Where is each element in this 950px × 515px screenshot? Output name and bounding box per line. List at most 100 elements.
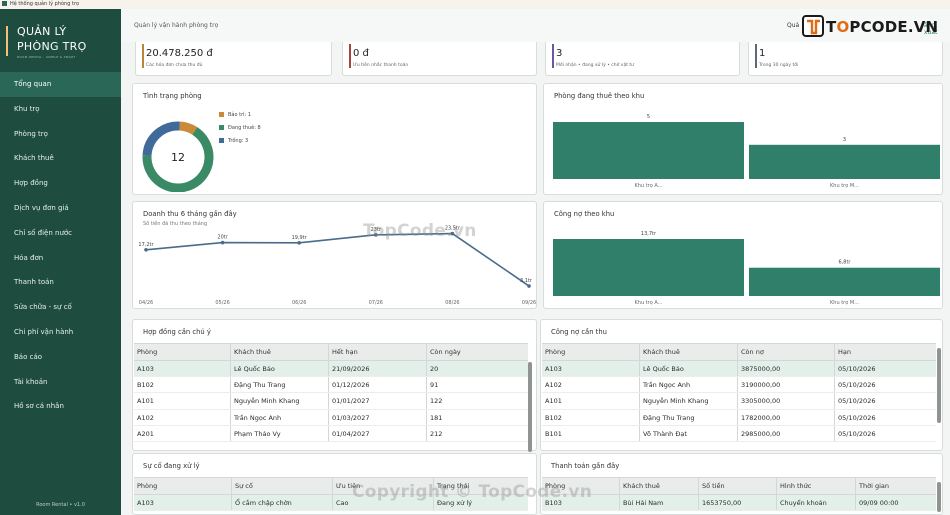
sidebar-item[interactable]: Sửa chữa - sự cố (0, 295, 121, 320)
topcode-mark-icon (802, 15, 824, 37)
revenue-month-label: 07/26 (369, 300, 383, 306)
column-header[interactable]: Phòng (134, 478, 232, 494)
logo-accent-bar (6, 26, 8, 56)
contracts-scrollbar[interactable] (528, 362, 532, 452)
card-title: Công nợ cần thu (551, 328, 607, 336)
sidebar-item[interactable]: Chỉ số điện nước (0, 221, 121, 246)
sidebar: QUẢN LÝ PHÒNG TRỌ ROOM RENTAL · SIMPLE &… (0, 9, 121, 515)
sidebar-item[interactable]: Dịch vụ đơn giá (0, 196, 121, 221)
bar-value-label: 5 (647, 114, 650, 120)
table-cell: 1782000,00 (738, 409, 835, 425)
column-header[interactable]: Trạng thái (434, 478, 524, 494)
table-cell: Nguyễn Minh Khang (640, 393, 738, 409)
revenue-month-label: 06/26 (292, 300, 306, 306)
table-cell: A102 (542, 377, 640, 393)
table-cell: Ổ cắm chập chờn (232, 495, 333, 511)
column-header[interactable]: Phòng (542, 478, 620, 494)
table-cell: A101 (134, 393, 231, 409)
occupied-by-area-card: Phòng đang thuê theo khu 5 Khu trọ A... 3 K… (543, 83, 943, 195)
card-title: Hợp đồng cần chú ý (143, 328, 211, 336)
column-header[interactable]: Hình thức (777, 478, 856, 494)
debts-scrollbar[interactable] (937, 348, 941, 423)
column-header[interactable]: Số tiền (699, 478, 777, 494)
bar-value-label: 3 (843, 137, 846, 143)
table-cell: 91 (430, 381, 439, 390)
table-row[interactable]: A102 Trần Ngọc Anh 3190000,00 05/10/2026 (542, 377, 936, 394)
table-row[interactable]: A103 Ổ cắm chập chờn Cao Đang xử lý (134, 495, 528, 512)
revenue-point (297, 241, 301, 245)
contracts-table: Phòng Khách thuê Hết hạn Còn ngày A103 Lê Quố… (134, 343, 528, 442)
sidebar-item[interactable]: Tổng quan (0, 72, 121, 97)
sidebar-item[interactable]: Khu trọ (0, 97, 121, 122)
revenue-point (374, 233, 378, 237)
column-header[interactable]: Thời gian (856, 478, 932, 494)
stat-value: 20.478.250 đ (146, 48, 213, 59)
topcode-watermark-logo: TOPCODE.VN (802, 13, 950, 41)
revenue-value-label: 17,2tr (138, 242, 154, 248)
sidebar-item[interactable]: Chi phí vận hành (0, 320, 121, 345)
logo-tagline: ROOM RENTAL · SIMPLE & SMART (17, 55, 76, 59)
column-header[interactable]: Sự cố (232, 478, 333, 494)
sidebar-item[interactable]: Thanh toán (0, 270, 121, 295)
legend-item: Trống: 3 (219, 137, 261, 150)
revenue-card: Doanh thu 6 tháng gần đây Số tiền đã thu… (132, 201, 537, 309)
table-cell: 21/09/2026 (329, 361, 427, 377)
column-header[interactable]: Khách thuê (231, 344, 329, 360)
logo-line1: QUẢN LÝ (17, 25, 67, 38)
table-header: Phòng Sự cố Ưu tiên Trạng thái (134, 477, 528, 495)
sidebar-item[interactable]: Báo cáo (0, 345, 121, 370)
table-row[interactable]: A102 Trần Ngọc Anh 01/03/2027 181 (134, 409, 528, 426)
sidebar-item[interactable]: Hồ sơ cá nhân (0, 394, 121, 419)
revenue-point (527, 284, 531, 288)
legend-label: Trống: 3 (228, 138, 249, 144)
column-header[interactable]: Còn nợ (738, 344, 835, 360)
stat-card-overdue: 0 đ Ưu tiên nhắc thanh toán (342, 42, 537, 76)
table-cell: Lê Quốc Bảo (640, 361, 738, 377)
contracts-card: Hợp đồng cần chú ý Phòng Khách thuê Hết hạ… (132, 319, 537, 452)
table-cell: 181 (430, 413, 443, 422)
column-header[interactable]: Phòng (542, 344, 640, 360)
revenue-value-label: 23,5tr (445, 226, 461, 232)
column-header[interactable]: Hạn (835, 344, 932, 360)
user-menu-text[interactable]: Quả (787, 22, 799, 29)
payments-scrollbar[interactable] (937, 482, 941, 512)
table-cell: B102 (542, 409, 640, 425)
table-cell: 20 (430, 365, 439, 373)
revenue-month-label: 04/26 (139, 300, 153, 306)
table-cell: Chuyển khoản (777, 495, 856, 511)
table-cell: A103 (134, 361, 231, 377)
bar (553, 122, 744, 179)
column-header[interactable]: Còn ngày (427, 344, 525, 360)
revenue-line (145, 232, 530, 287)
stat-card-unpaid: 20.478.250 đ Các hóa đơn chưa thu đủ (135, 42, 332, 76)
legend-swatch (219, 138, 224, 143)
column-header[interactable]: Khách thuê (640, 344, 738, 360)
legend-item: Đang thuê: 8 (219, 124, 261, 137)
bar-category-label: Khu trọ M... (830, 183, 859, 189)
table-row[interactable]: A103 Lê Quốc Bảo 21/09/2026 20 (134, 361, 528, 378)
table-cell: Trần Ngọc Anh (231, 409, 329, 425)
table-row[interactable]: A101 Nguyễn Minh Khang 3305000,00 05/10/202… (542, 393, 936, 410)
sidebar-item[interactable]: Khách thuê (0, 146, 121, 171)
table-row[interactable]: A103 Lê Quốc Bảo 3875000,00 05/10/2026 (542, 361, 936, 378)
table-row[interactable]: B101 Võ Thành Đạt 2985000,00 05/10/2026 (542, 425, 936, 442)
column-header[interactable]: Phòng (134, 344, 231, 360)
table-row[interactable]: B102 Đặng Thu Trang 01/12/2026 91 (134, 377, 528, 394)
stat-accent (142, 44, 144, 68)
table-row[interactable]: A201 Phạm Thảo Vy 01/04/2027 212 (134, 425, 528, 442)
sidebar-item[interactable]: Hợp đồng (0, 171, 121, 196)
sidebar-item[interactable]: Phòng trọ (0, 122, 121, 147)
stat-caption: Các hóa đơn chưa thu đủ (146, 63, 203, 68)
revenue-month-label: 05/26 (215, 300, 229, 306)
column-header[interactable]: Hết hạn (329, 344, 427, 360)
table-row[interactable]: B102 Đặng Thu Trang 1782000,00 05/10/2026 (542, 409, 936, 426)
column-header[interactable]: Khách thuê (620, 478, 699, 494)
table-cell: Bùi Hải Nam (620, 495, 699, 511)
stat-value: 1 (759, 48, 766, 59)
column-header[interactable]: Ưu tiên (333, 478, 434, 494)
sidebar-item[interactable]: Hóa đơn (0, 246, 121, 271)
table-row[interactable]: B103 Bùi Hải Nam 1653750,00 Chuyển khoản 09/… (542, 495, 936, 512)
table-row[interactable]: A101 Nguyễn Minh Khang 01/01/2027 122 (134, 393, 528, 410)
table-cell: B102 (134, 377, 231, 393)
sidebar-item[interactable]: Tài khoản (0, 370, 121, 395)
